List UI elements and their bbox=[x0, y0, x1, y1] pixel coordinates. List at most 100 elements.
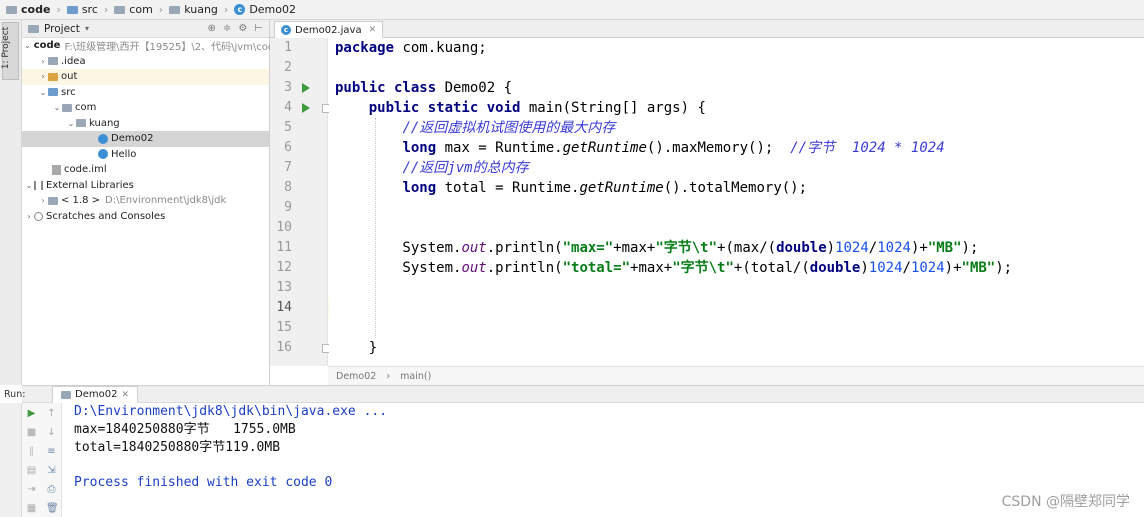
dropdown-arrow-icon[interactable]: ▾ bbox=[85, 24, 89, 33]
chevron-down-icon[interactable]: ⌄ bbox=[52, 103, 62, 112]
project-view-icon bbox=[28, 24, 39, 33]
line-number: 9 bbox=[284, 200, 292, 215]
run-panel-header: Run: Demo02 ✕ bbox=[4, 385, 1144, 403]
editor-breadcrumb-method[interactable]: main() bbox=[400, 371, 431, 382]
project-tool-tab[interactable]: 1: Project bbox=[1, 22, 19, 80]
breadcrumb-project[interactable]: code bbox=[6, 3, 50, 16]
editor-gutter: 1 2 3 4 5 6 7 8 9 10 11 12 13 14 15 16 bbox=[270, 38, 331, 366]
breadcrumb-class[interactable]: c Demo02 bbox=[234, 3, 296, 16]
collapse-icon[interactable]: ≑ bbox=[223, 23, 231, 34]
editor-tab-demo02[interactable]: c Demo02.java ✕ bbox=[274, 21, 384, 38]
run-class-icon[interactable] bbox=[302, 83, 310, 93]
left-tool-strip: 1: Project bbox=[0, 20, 22, 385]
code-line-11: System.out.println("max="+max+"字节\t"+(ma… bbox=[335, 240, 979, 256]
tree-item-jdk[interactable]: › < 1.8 > D:\Environment\jdk8\jdk bbox=[22, 193, 269, 209]
console-exit-line: Process finished with exit code 0 bbox=[74, 475, 333, 490]
tree-item-label: out bbox=[61, 71, 78, 83]
stop-icon[interactable]: ■ bbox=[26, 427, 37, 438]
close-icon[interactable]: ✕ bbox=[369, 25, 377, 35]
tree-item-label: Scratches and Consoles bbox=[46, 210, 166, 222]
scroll-up-icon[interactable]: ↑ bbox=[46, 408, 57, 419]
editor-breadcrumb-class[interactable]: Demo02 bbox=[336, 371, 376, 382]
breadcrumb-src-label: src bbox=[81, 3, 98, 16]
pause-icon[interactable]: ‖ bbox=[26, 446, 37, 457]
breadcrumb-separator: › bbox=[56, 3, 61, 16]
rerun-icon[interactable]: ▶ bbox=[26, 408, 37, 419]
hide-panel-icon[interactable]: ⊢ bbox=[254, 23, 263, 34]
line-number: 7 bbox=[284, 160, 292, 175]
close-icon[interactable]: ✕ bbox=[121, 390, 129, 400]
locate-icon[interactable]: ⊕ bbox=[208, 23, 216, 34]
output-folder-icon bbox=[48, 72, 58, 81]
project-tree: ⌄ code F:\班级管理\西开【19525】\2、代码\jvm\code ›… bbox=[22, 38, 280, 225]
gear-icon[interactable]: ⚙ bbox=[238, 23, 247, 34]
tree-item-idea[interactable]: › .idea bbox=[22, 54, 269, 70]
settings-icon[interactable]: ▦ bbox=[26, 503, 37, 514]
tree-item-demo02[interactable]: Demo02 bbox=[22, 131, 269, 147]
tree-item-external-libraries[interactable]: ⌄ External Libraries bbox=[22, 178, 269, 194]
tree-item-kuang[interactable]: ⌄ kuang bbox=[22, 116, 269, 132]
package-folder-icon bbox=[114, 5, 126, 14]
run-method-icon[interactable] bbox=[302, 103, 310, 113]
line-number: 6 bbox=[284, 140, 292, 155]
soft-wrap-icon[interactable]: ≡ bbox=[46, 446, 57, 457]
project-panel-header: Project ▾ ⊕ ≑ ⚙ ⊢ bbox=[22, 20, 269, 38]
console-output-line: max=1840250880字节 1755.0MB bbox=[74, 421, 296, 439]
code-line-5: //返回虚拟机试图使用的最大内存 bbox=[402, 120, 616, 136]
chevron-down-icon[interactable]: ⌄ bbox=[24, 41, 31, 50]
chevron-right-icon[interactable]: › bbox=[38, 72, 48, 81]
breadcrumb-src[interactable]: src bbox=[66, 3, 98, 16]
run-toolbar: ▶ ↑ ■ ↓ ‖ ≡ ▤ ⇲ ⇥ ⎙ ▦ 🗑 bbox=[22, 403, 62, 517]
tree-item-label: src bbox=[61, 86, 76, 98]
run-config-icon bbox=[61, 390, 71, 399]
tree-item-path: F:\班级管理\西开【19525】\2、代码\jvm\code bbox=[64, 42, 281, 54]
print-icon[interactable]: ⎙ bbox=[46, 484, 57, 495]
console-total-bytes: total=1840250880字节 bbox=[74, 440, 226, 455]
code-line-12: System.out.println("total="+max+"字节\t"+(… bbox=[335, 260, 1013, 276]
tree-item-code-iml[interactable]: code.iml bbox=[22, 162, 269, 178]
code-editor[interactable]: package com.kuang; public class Demo02 {… bbox=[329, 38, 1144, 366]
scroll-down-icon[interactable]: ↓ bbox=[46, 427, 57, 438]
module-file-icon bbox=[52, 164, 61, 175]
line-number: 8 bbox=[284, 180, 292, 195]
breadcrumb-com[interactable]: com bbox=[114, 3, 153, 16]
tree-item-scratches[interactable]: › Scratches and Consoles bbox=[22, 209, 269, 225]
console-max-bytes: max=1840250880字节 bbox=[74, 422, 210, 437]
tree-item-label: < 1.8 > bbox=[61, 195, 101, 207]
chevron-down-icon[interactable]: ⌄ bbox=[38, 88, 48, 97]
source-folder-icon bbox=[66, 5, 78, 14]
tree-item-label: Demo02 bbox=[111, 133, 154, 145]
tree-item-label: com bbox=[75, 102, 97, 114]
chevron-down-icon[interactable]: ⌄ bbox=[24, 181, 34, 190]
clear-all-icon[interactable]: 🗑 bbox=[46, 503, 59, 514]
run-tab-demo02[interactable]: Demo02 ✕ bbox=[52, 385, 138, 403]
chevron-right-icon[interactable]: › bbox=[38, 57, 48, 66]
breadcrumb-separator: › bbox=[223, 3, 229, 16]
run-console[interactable]: D:\Environment\jdk8\jdk\bin\java.exe ...… bbox=[62, 403, 1144, 517]
tree-item-com[interactable]: ⌄ com bbox=[22, 100, 269, 116]
console-max-mb: 1755.0MB bbox=[233, 422, 296, 437]
package-folder-icon bbox=[169, 5, 181, 14]
tree-item-hello[interactable]: Hello bbox=[22, 147, 269, 163]
console-output-line: total=1840250880字节119.0MB bbox=[74, 439, 280, 457]
line-number: 10 bbox=[276, 220, 292, 235]
tree-item-src[interactable]: ⌄ src bbox=[22, 85, 269, 101]
tree-item-out[interactable]: › out bbox=[22, 69, 269, 85]
dump-threads-icon[interactable]: ▤ bbox=[26, 465, 37, 476]
line-number: 12 bbox=[276, 260, 292, 275]
folder-icon bbox=[48, 57, 58, 66]
tree-item-code[interactable]: ⌄ code F:\班级管理\西开【19525】\2、代码\jvm\code bbox=[22, 38, 280, 54]
package-folder-icon bbox=[76, 119, 86, 128]
chevron-right-icon[interactable]: › bbox=[38, 196, 48, 205]
breadcrumb-kuang[interactable]: kuang bbox=[169, 3, 218, 16]
code-line-4: public static void main(String[] args) { bbox=[368, 100, 706, 116]
breadcrumb-class-label: Demo02 bbox=[249, 3, 296, 16]
scroll-to-end-icon[interactable]: ⇲ bbox=[46, 465, 57, 476]
project-view-selector[interactable]: Project bbox=[44, 23, 80, 35]
tree-item-label: code bbox=[33, 40, 61, 52]
console-command-line: D:\Environment\jdk8\jdk\bin\java.exe ... bbox=[74, 404, 388, 419]
chevron-down-icon[interactable]: ⌄ bbox=[66, 119, 76, 128]
editor-tab-bar: c Demo02.java ✕ bbox=[270, 20, 1144, 38]
chevron-right-icon[interactable]: › bbox=[24, 212, 34, 221]
login-icon[interactable]: ⇥ bbox=[26, 484, 37, 495]
